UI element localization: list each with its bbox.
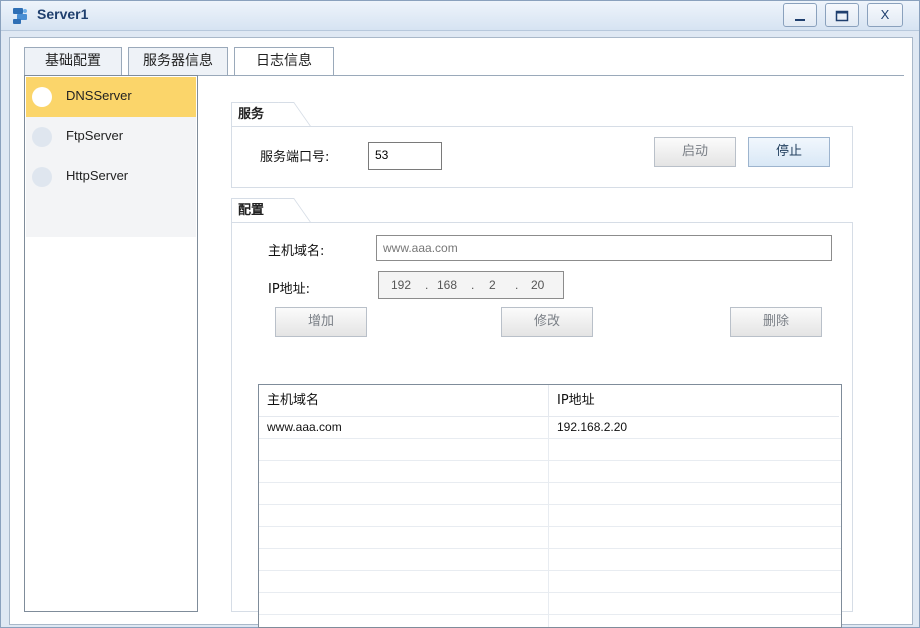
server-item-label: FtpServer: [66, 128, 124, 143]
table-row-empty: [259, 571, 841, 593]
host-domain-label: 主机域名:: [268, 244, 325, 259]
start-button[interactable]: 启动: [654, 137, 736, 167]
table-cell-empty: [259, 505, 549, 527]
table-cell-empty: [259, 439, 549, 461]
ip-address-input[interactable]: 192 . 168 . 2 . 20: [378, 271, 564, 299]
minimize-button[interactable]: [783, 3, 817, 27]
tab-basic-config[interactable]: 基础配置: [24, 47, 122, 75]
server-app-icon: [11, 7, 29, 25]
server-item-dns[interactable]: DNSServer: [26, 77, 196, 117]
table-row-empty: [259, 615, 841, 627]
status-dot-icon: [32, 87, 52, 107]
table-row[interactable]: www.aaa.com 192.168.2.20: [259, 417, 841, 439]
dns-records-table: 主机域名 IP地址 www.aaa.com 192.168.2.20: [258, 384, 842, 628]
window-title: Server1: [37, 6, 89, 22]
table-cell-empty: [259, 527, 549, 549]
table-cell-empty: [259, 549, 549, 571]
ip-address-label: IP地址:: [268, 282, 311, 297]
ip-octet-4[interactable]: 20: [531, 278, 544, 292]
maximize-button[interactable]: [825, 3, 859, 27]
table-cell-empty: [259, 571, 549, 593]
status-dot-icon: [32, 167, 52, 187]
table-cell-empty: [259, 615, 549, 627]
port-input[interactable]: 53: [368, 142, 442, 170]
status-dot-icon: [32, 127, 52, 147]
config-group-title: 配置: [231, 198, 287, 222]
stop-button[interactable]: 停止: [748, 137, 830, 167]
add-button[interactable]: 增加: [275, 307, 367, 337]
table-cell-empty: [259, 461, 549, 483]
dns-settings-panel: 服务 服务端口号: 53 启动 停止 配置 主机域名: www.aaa.com …: [206, 98, 900, 628]
ip-octet-1[interactable]: 192: [391, 278, 411, 292]
server-window: Server1 X 基础配置 服务器信息 日志信息 DNSServer FtpS…: [0, 0, 920, 628]
table-row-empty: [259, 549, 841, 571]
host-domain-input[interactable]: www.aaa.com: [376, 235, 832, 261]
ip-separator: .: [425, 278, 429, 292]
tab-log-info[interactable]: 日志信息: [234, 47, 334, 76]
port-label: 服务端口号:: [260, 150, 330, 165]
table-cell-host: www.aaa.com: [259, 417, 549, 439]
server-item-label: HttpServer: [66, 168, 129, 183]
ip-octet-3[interactable]: 2: [489, 278, 496, 292]
ip-separator: .: [471, 278, 475, 292]
column-header-host[interactable]: 主机域名: [259, 385, 549, 417]
service-group-title: 服务: [231, 102, 287, 126]
table-row-empty: [259, 483, 841, 505]
table-cell-ip: 192.168.2.20: [557, 420, 628, 434]
table-row-empty: [259, 593, 841, 615]
server-item-ftp[interactable]: FtpServer: [26, 117, 196, 157]
client-area: 基础配置 服务器信息 日志信息 DNSServer FtpServer Http…: [9, 37, 913, 628]
ip-octet-2[interactable]: 168: [437, 278, 457, 292]
table-cell-empty: [259, 483, 549, 505]
server-item-label: DNSServer: [66, 88, 132, 103]
table-row-empty: [259, 439, 841, 461]
close-button[interactable]: X: [867, 3, 903, 27]
tab-server-info[interactable]: 服务器信息: [128, 47, 228, 75]
server-item-http[interactable]: HttpServer: [26, 157, 196, 197]
modify-button[interactable]: 修改: [501, 307, 593, 337]
table-row-empty: [259, 505, 841, 527]
table-cell-empty: [259, 593, 549, 615]
column-header-ip[interactable]: IP地址: [549, 385, 839, 417]
delete-button[interactable]: 删除: [730, 307, 822, 337]
title-bar[interactable]: Server1 X: [1, 1, 919, 31]
table-row-empty: [259, 461, 841, 483]
server-list: DNSServer FtpServer HttpServer: [24, 75, 198, 612]
ip-separator: .: [515, 278, 519, 292]
table-row-empty: [259, 527, 841, 549]
